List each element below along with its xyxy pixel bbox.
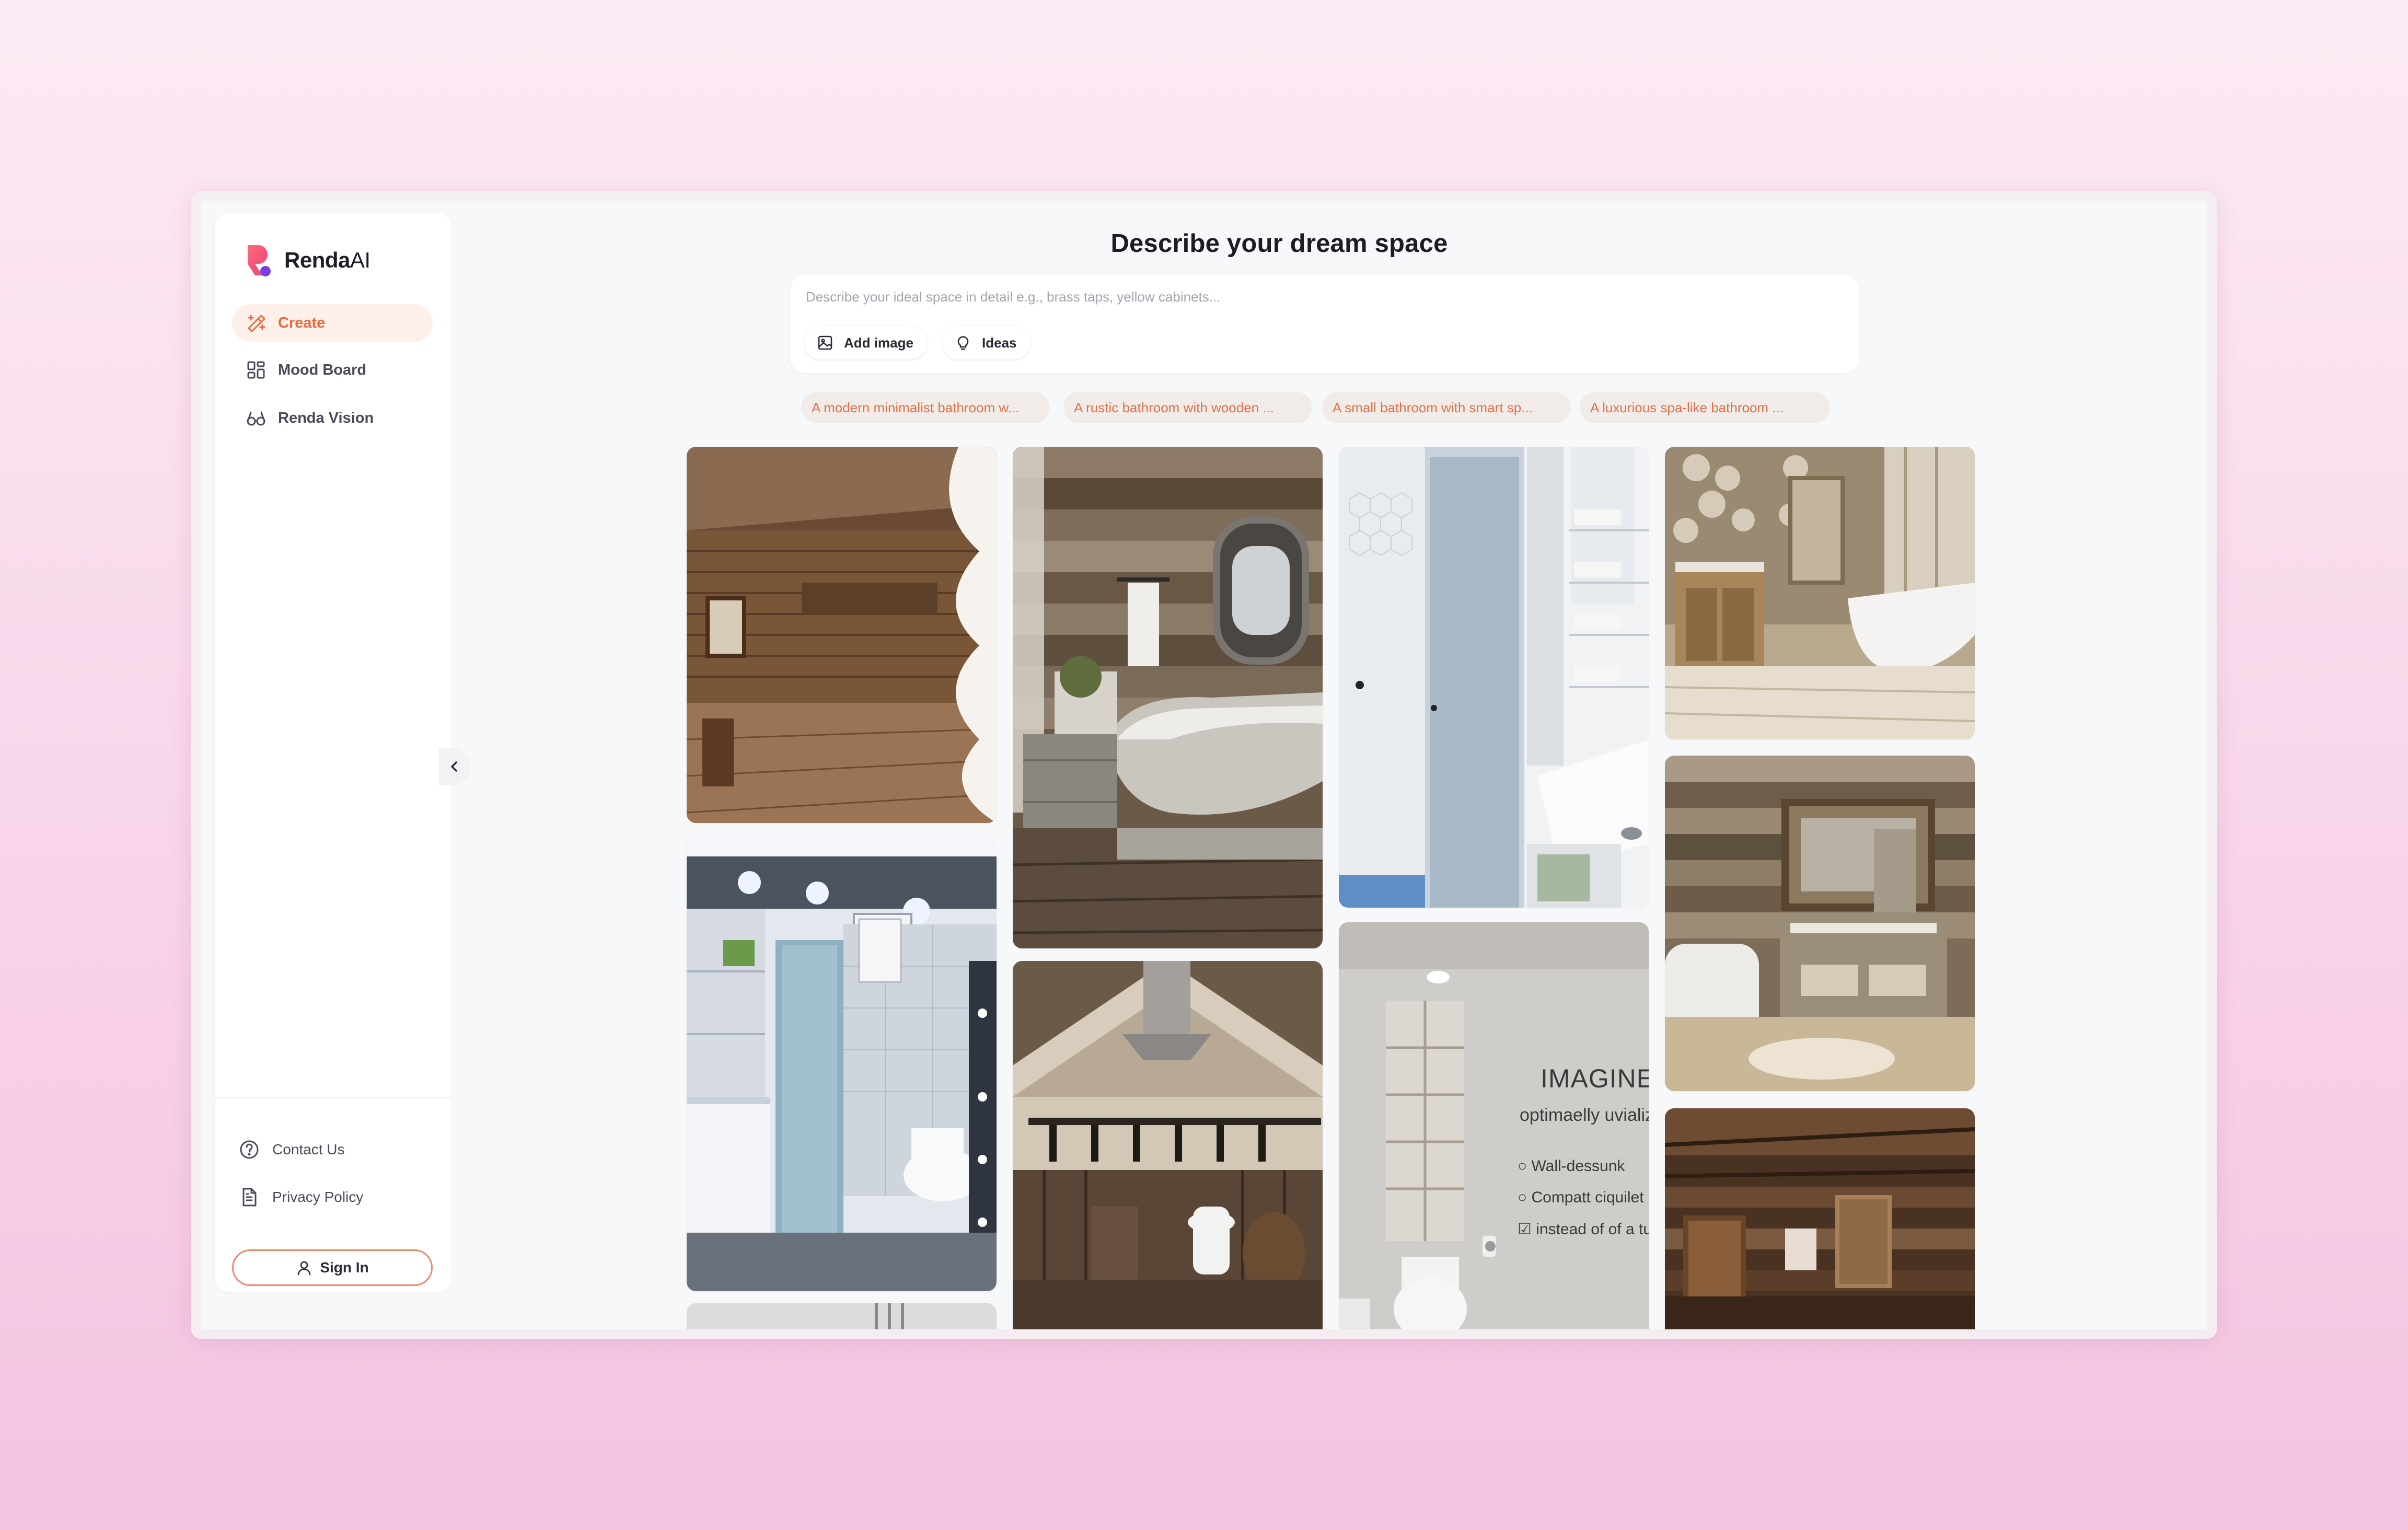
gallery-image[interactable] <box>1013 961 1323 1329</box>
suggestion-chip[interactable]: A modern minimalist bathroom w... <box>801 392 1050 423</box>
lightbulb-icon <box>957 336 969 350</box>
page-title: Describe your dream space <box>1110 229 1448 258</box>
sidebar-item-label: Create <box>278 314 326 331</box>
logo-mark-icon <box>245 243 274 277</box>
sidebar-item-mood-board[interactable]: Mood Board <box>232 351 433 389</box>
glasses-icon <box>247 411 265 426</box>
contact-us-link[interactable]: Contact Us <box>239 1135 345 1164</box>
privacy-policy-label: Privacy Policy <box>272 1189 364 1205</box>
app-content: RendaAI Create Mood Board Renda Vision C… <box>201 201 2207 1329</box>
gallery-image[interactable] <box>1013 447 1323 948</box>
contact-us-label: Contact Us <box>272 1141 345 1157</box>
create-icon <box>248 315 265 332</box>
document-icon <box>242 1188 257 1207</box>
ideas-button[interactable]: Ideas <box>942 326 1031 360</box>
help-circle-icon <box>240 1140 259 1159</box>
grid-icon <box>247 361 265 379</box>
gallery-image[interactable] <box>687 836 997 1291</box>
wall-subtitle: optimaelly uvializ <box>1520 1105 1649 1125</box>
wall-heading: IMAGINE <box>1541 1064 1649 1093</box>
gallery-image[interactable] <box>1665 447 1975 739</box>
prompt-input[interactable] <box>805 288 1842 314</box>
user-icon <box>298 1261 311 1276</box>
ideas-label: Ideas <box>982 334 1017 351</box>
gallery-image[interactable] <box>687 1303 997 1329</box>
logo-text: RendaAI <box>284 248 371 272</box>
sign-in-button[interactable]: Sign In <box>232 1249 433 1286</box>
sidebar-item-label: Renda Vision <box>278 409 374 426</box>
sidebar-item-create[interactable]: Create <box>232 304 433 342</box>
sign-in-label: Sign In <box>320 1259 369 1276</box>
privacy-policy-link[interactable]: Privacy Policy <box>239 1183 363 1212</box>
suggestion-chip[interactable]: A rustic bathroom with wooden ... <box>1063 392 1312 423</box>
logo[interactable]: RendaAI <box>245 243 371 277</box>
app-window: RendaAI Create Mood Board Renda Vision C… <box>191 191 2217 1339</box>
add-image-label: Add image <box>844 334 913 351</box>
gallery-image[interactable] <box>1665 756 1975 1091</box>
sidebar-divider <box>215 1097 452 1098</box>
gallery-image[interactable]: IMAGINE optimaelly uvializ ○ Wall-dessun… <box>1339 922 1649 1329</box>
collapse-sidebar-button[interactable] <box>439 748 470 785</box>
sidebar-item-renda-vision[interactable]: Renda Vision <box>232 399 433 437</box>
sidebar: RendaAI Create Mood Board Renda Vision C… <box>215 213 452 1292</box>
gallery-image[interactable] <box>687 447 997 823</box>
gallery-image[interactable] <box>1339 447 1649 908</box>
add-image-button[interactable]: Add image <box>804 326 927 360</box>
sidebar-item-label: Mood Board <box>278 361 367 378</box>
chevron-left-icon <box>451 761 457 772</box>
suggestion-chip[interactable]: A small bathroom with smart sp... <box>1322 392 1571 423</box>
wall-bullet: ☑ instead of of a tub. <box>1518 1221 1649 1238</box>
prompt-box: Add image Ideas <box>790 274 1859 373</box>
image-icon <box>818 335 832 350</box>
wall-bullet: ○ Wall-dessunk <box>1518 1157 1625 1175</box>
gallery-image[interactable] <box>1665 1108 1975 1329</box>
wall-bullet: ○ Compatt ciquilet <box>1518 1189 1644 1206</box>
suggestion-chip[interactable]: A luxurious spa-like bathroom ... <box>1580 392 1830 423</box>
